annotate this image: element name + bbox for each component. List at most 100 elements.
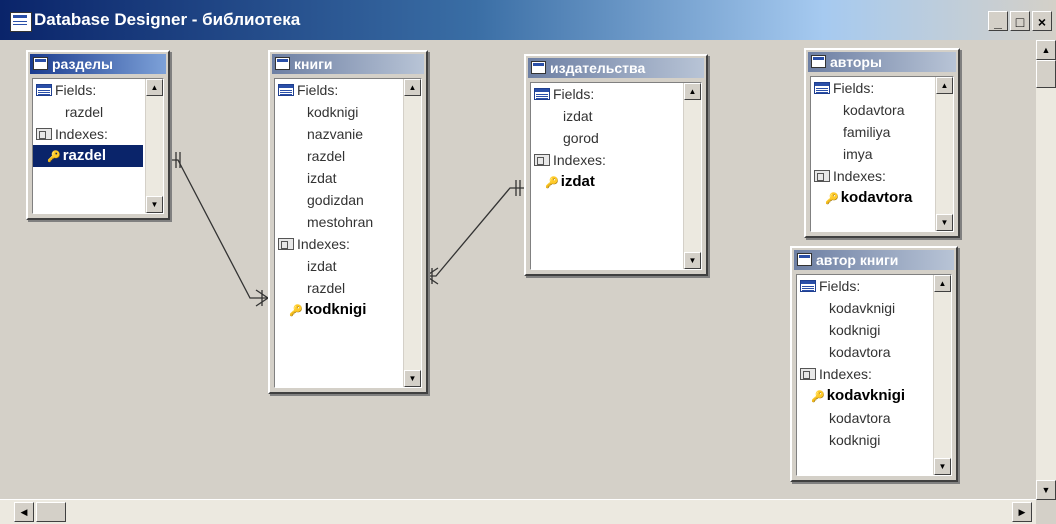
field-item-label: nazvanie <box>307 126 364 142</box>
table-scrollbar[interactable]: ▲ ▼ <box>933 275 951 475</box>
relation-line-izdat[interactable] <box>426 187 528 277</box>
primary-index-item[interactable]: 🔑 razdel <box>33 145 143 167</box>
primary-index-item[interactable]: 🔑 kodavtora <box>811 187 935 209</box>
primary-index-item[interactable]: 🔑 kodavknigi <box>797 385 933 407</box>
table-izdatelstva[interactable]: издательства Fields: izdat gorod Indexes: 🔑 iz… <box>524 54 708 276</box>
field-item[interactable]: mestohran <box>275 211 403 233</box>
main-horizontal-scrollbar[interactable]: ◀ ▶ <box>0 499 1036 524</box>
field-item[interactable]: nazvanie <box>275 123 403 145</box>
scroll-right-button[interactable]: ▶ <box>1012 502 1032 522</box>
field-item[interactable]: imya <box>811 143 935 165</box>
indexes-header-label: Indexes: <box>55 126 108 142</box>
table-field-list[interactable]: Fields: kodknigi nazvanie razdel izdat godizd… <box>274 78 422 388</box>
primary-index-item[interactable]: 🔑 izdat <box>531 171 683 193</box>
field-item-label: kodavtora <box>829 344 891 360</box>
table-knigi[interactable]: книги Fields: kodknigi nazvanie razdel izdat g… <box>268 50 428 394</box>
table-title-bar[interactable]: издательства <box>528 58 704 78</box>
designer-canvas[interactable]: разделы Fields: razdel Indexes: 🔑 razdel ▲ ▼ кн… <box>0 40 1036 500</box>
table-title: книги <box>294 56 333 72</box>
table-scrollbar[interactable]: ▲ ▼ <box>683 83 701 269</box>
scroll-left-button[interactable]: ◀ <box>14 502 34 522</box>
table-scroll-down-button[interactable]: ▼ <box>934 458 951 475</box>
indexes-header-label: Indexes: <box>553 152 606 168</box>
index-item[interactable]: kodavtora <box>797 407 933 429</box>
indexes-header[interactable]: Indexes: <box>811 165 935 187</box>
table-scroll-down-button[interactable]: ▼ <box>146 196 163 213</box>
table-scroll-down-button[interactable]: ▼ <box>684 252 701 269</box>
indexes-icon <box>534 154 550 166</box>
table-scroll-up-button[interactable]: ▲ <box>936 77 953 94</box>
minimize-button[interactable]: _ <box>988 11 1008 31</box>
scroll-down-button[interactable]: ▼ <box>1036 480 1056 500</box>
scroll-up-button[interactable]: ▲ <box>1036 40 1056 60</box>
field-item[interactable]: kodavtora <box>811 99 935 121</box>
index-name: izdat <box>560 173 595 190</box>
field-item-label: mestohran <box>307 214 374 230</box>
field-item[interactable]: godizdan <box>275 189 403 211</box>
table-avtory[interactable]: авторы Fields: kodavtora familiya imya Indexe… <box>804 48 960 238</box>
field-item[interactable]: gorod <box>531 127 683 149</box>
table-icon <box>275 57 290 70</box>
window-titlebar[interactable]: Database Designer - библиотека _ □ × <box>0 0 1056 40</box>
database-icon <box>10 12 32 32</box>
index-item[interactable]: razdel <box>275 277 403 299</box>
indexes-icon <box>800 368 816 380</box>
field-item-label: imya <box>843 146 873 162</box>
table-scroll-up-button[interactable]: ▲ <box>146 79 163 96</box>
field-item[interactable]: kodknigi <box>275 101 403 123</box>
horizontal-scroll-thumb[interactable] <box>36 502 66 522</box>
fields-header[interactable]: Fields: <box>797 275 933 297</box>
table-field-list[interactable]: Fields: kodavknigi kodknigi kodavtora Indexe… <box>796 274 952 476</box>
size-grip[interactable] <box>1036 500 1056 524</box>
close-button[interactable]: × <box>1032 11 1052 31</box>
field-item-label: kodavknigi <box>829 300 896 316</box>
maximize-button[interactable]: □ <box>1010 11 1030 31</box>
table-scroll-up-button[interactable]: ▲ <box>934 275 951 292</box>
field-item[interactable]: razdel <box>33 101 145 123</box>
table-field-list[interactable]: Fields: razdel Indexes: 🔑 razdel ▲ ▼ <box>32 78 164 214</box>
table-title-bar[interactable]: книги <box>272 54 424 74</box>
vertical-scroll-thumb[interactable] <box>1036 60 1056 88</box>
relation-line-razdel[interactable] <box>168 159 268 299</box>
indexes-header[interactable]: Indexes: <box>33 123 145 145</box>
field-item-label: razdel <box>65 104 104 120</box>
table-scrollbar[interactable]: ▲ ▼ <box>403 79 421 387</box>
table-scrollbar[interactable]: ▲ ▼ <box>935 77 953 231</box>
primary-index-item[interactable]: 🔑 kodknigi <box>275 299 403 321</box>
main-vertical-scrollbar[interactable]: ▲ ▼ <box>1036 40 1056 500</box>
table-avtor-knigi[interactable]: автор книги Fields: kodavknigi kodknigi koda… <box>790 246 958 482</box>
indexes-header[interactable]: Indexes: <box>797 363 933 385</box>
table-title-bar[interactable]: автор книги <box>794 250 954 270</box>
indexes-header[interactable]: Indexes: <box>531 149 683 171</box>
field-item[interactable]: kodavknigi <box>797 297 933 319</box>
table-scroll-up-button[interactable]: ▲ <box>404 79 421 96</box>
table-scroll-up-button[interactable]: ▲ <box>684 83 701 100</box>
table-title-bar[interactable]: авторы <box>808 52 956 72</box>
field-item[interactable]: izdat <box>275 167 403 189</box>
table-title-bar[interactable]: разделы <box>30 54 166 74</box>
field-item-label: kodknigi <box>307 104 359 120</box>
index-name: izdat <box>307 258 337 274</box>
fields-header[interactable]: Fields: <box>811 77 935 99</box>
field-item[interactable]: kodavtora <box>797 341 933 363</box>
table-razdely[interactable]: разделы Fields: razdel Indexes: 🔑 razdel ▲ ▼ <box>26 50 170 220</box>
field-item[interactable]: razdel <box>275 145 403 167</box>
index-item[interactable]: kodknigi <box>797 429 933 451</box>
table-scroll-down-button[interactable]: ▼ <box>936 214 953 231</box>
indexes-header[interactable]: Indexes: <box>275 233 403 255</box>
field-item[interactable]: izdat <box>531 105 683 127</box>
index-name: kodknigi <box>829 432 881 448</box>
fields-header[interactable]: Fields: <box>33 79 145 101</box>
field-item-label: kodavtora <box>843 102 905 118</box>
table-scrollbar[interactable]: ▲ ▼ <box>145 79 163 213</box>
index-item[interactable]: izdat <box>275 255 403 277</box>
fields-header-label: Fields: <box>833 80 875 96</box>
fields-header[interactable]: Fields: <box>275 79 403 101</box>
field-item[interactable]: kodknigi <box>797 319 933 341</box>
table-scroll-down-button[interactable]: ▼ <box>404 370 421 387</box>
table-field-list[interactable]: Fields: kodavtora familiya imya Indexes: 🔑 kod… <box>810 76 954 232</box>
fields-header[interactable]: Fields: <box>531 83 683 105</box>
indexes-icon <box>36 128 52 140</box>
field-item[interactable]: familiya <box>811 121 935 143</box>
table-field-list[interactable]: Fields: izdat gorod Indexes: 🔑 izdat ▲ ▼ <box>530 82 702 270</box>
